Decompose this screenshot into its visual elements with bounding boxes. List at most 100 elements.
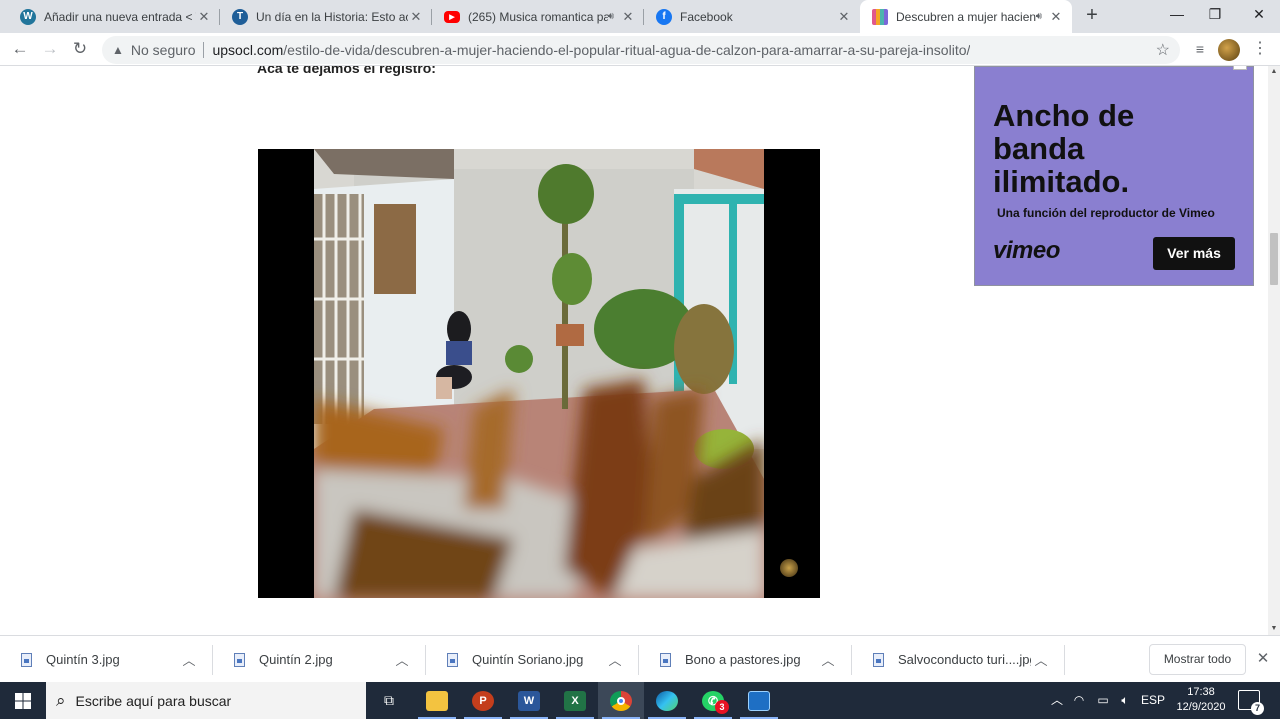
download-shelf: Quintín 3.jpg ︿ Quintín 2.jpg ︿ Quintín … — [0, 635, 1280, 682]
image-file-icon — [447, 652, 458, 667]
bookmark-star-icon[interactable]: ☆ — [1156, 40, 1170, 60]
download-filename: Quintín 2.jpg — [259, 652, 333, 667]
profile-avatar[interactable] — [1217, 38, 1241, 62]
close-icon[interactable]: ✕ — [620, 9, 636, 25]
video-player[interactable] — [258, 149, 820, 598]
download-item[interactable]: Quintín 2.jpg ︿ — [213, 636, 426, 683]
image-file-icon — [21, 652, 32, 667]
close-icon[interactable]: ✕ — [196, 9, 212, 25]
language-indicator[interactable]: ESP — [1138, 682, 1168, 719]
adchoices-icon[interactable] — [1233, 66, 1247, 70]
tab-wordpress[interactable]: W Añadir una nueva entrada < Ti ✕ — [8, 0, 220, 33]
page-content: Acá te dejamos el registro: Ancho de ban… — [0, 66, 1268, 635]
edge-icon[interactable] — [644, 682, 690, 719]
tab-title: Un día en la Historia: Esto acon — [256, 9, 408, 24]
whatsapp-icon[interactable]: ✆ 3 — [690, 682, 736, 719]
site-t-icon: T — [232, 8, 248, 25]
search-icon: ⌕ — [56, 690, 66, 710]
download-item[interactable]: Quintín Soriano.jpg ︿ — [426, 636, 639, 683]
close-icon[interactable]: ✕ — [1048, 9, 1064, 25]
photos-icon[interactable] — [736, 682, 782, 719]
search-placeholder: Escribe aquí para buscar — [75, 692, 232, 709]
battery-icon[interactable]: ▭ — [1092, 682, 1114, 719]
facebook-icon: f — [656, 8, 672, 25]
windows-taskbar: ⌕ Escribe aquí para buscar ⧉ P W X ✆ 3 ︿… — [0, 682, 1280, 719]
speaker-icon[interactable]: 🔊︎ — [608, 11, 614, 22]
tab-title: Añadir una nueva entrada < Ti — [44, 9, 196, 24]
restore-icon[interactable]: ❐ — [1192, 0, 1238, 30]
window-close-icon[interactable]: ✕ — [1236, 0, 1280, 30]
tab-historia[interactable]: T Un día en la Historia: Esto acon ✕ — [220, 0, 432, 33]
file-explorer-icon[interactable] — [414, 682, 460, 719]
vimeo-ad-banner[interactable]: Ancho de banda ilimitado. Una función de… — [974, 66, 1254, 286]
divider — [203, 42, 205, 58]
address-bar[interactable]: ▲ No seguro upsocl.com /estilo-de-vida/d… — [102, 36, 1180, 64]
windows-logo-icon — [15, 693, 31, 709]
menu-kebab-icon[interactable]: ⋮ — [1248, 38, 1272, 62]
close-icon[interactable]: ✕ — [408, 9, 424, 25]
video-still-image — [314, 149, 764, 598]
download-item[interactable]: Bono a pastores.jpg ︿ — [639, 636, 852, 683]
tab-facebook[interactable]: f Facebook ✕ — [644, 0, 860, 33]
chevron-up-icon[interactable]: ︿ — [179, 650, 199, 669]
tab-youtube[interactable]: ▶ (265) Musica romantica pa 🔊︎ ✕ — [432, 0, 644, 33]
tab-title: (265) Musica romantica pa — [468, 9, 608, 24]
download-filename: Quintín 3.jpg — [46, 652, 120, 667]
scroll-thumb[interactable] — [1270, 233, 1278, 285]
download-filename: Bono a pastores.jpg — [685, 652, 801, 667]
task-view-icon[interactable]: ⧉ — [366, 682, 412, 719]
ad-subline: Una función del reproductor de Vimeo — [997, 206, 1215, 220]
download-filename: Quintín Soriano.jpg — [472, 652, 584, 667]
back-arrow-icon[interactable]: ← — [8, 38, 32, 62]
scroll-down-icon[interactable]: ▼ — [1268, 623, 1280, 635]
vimeo-logo: vimeo — [993, 237, 1060, 264]
whatsapp-badge: 3 — [715, 700, 729, 714]
scroll-up-icon[interactable]: ▲ — [1268, 66, 1280, 78]
tab-title: Facebook — [680, 9, 733, 24]
forward-arrow-icon[interactable]: → — [38, 38, 62, 62]
article-caption: Acá te dejamos el registro: — [257, 66, 436, 76]
media-queue-icon[interactable]: ≡ — [1188, 38, 1212, 62]
tab-upsocl[interactable]: Descubren a mujer hacien 🔊︎ ✕ — [860, 0, 1072, 33]
chevron-up-icon[interactable]: ︿ — [818, 650, 838, 669]
channel-logo-icon — [780, 559, 798, 577]
wordpress-icon: W — [20, 8, 36, 25]
wifi-icon[interactable]: ◠ — [1068, 682, 1090, 719]
clock-time: 17:38 — [1187, 686, 1215, 698]
close-icon[interactable]: ✕ — [836, 9, 852, 25]
close-icon[interactable]: ✕ — [1253, 649, 1273, 669]
word-icon[interactable]: W — [506, 682, 552, 719]
image-file-icon — [873, 652, 884, 667]
youtube-icon: ▶ — [444, 10, 460, 23]
ad-headline: Ancho de banda ilimitado. — [993, 98, 1135, 199]
chevron-up-icon[interactable]: ︿ — [392, 650, 412, 669]
clock-date: 12/9/2020 — [1176, 701, 1226, 713]
volume-icon[interactable]: 🔈︎ — [1114, 682, 1136, 719]
download-item[interactable]: Salvoconducto turi....jpg ︿ — [852, 636, 1065, 683]
chevron-up-icon[interactable]: ︿ — [1031, 650, 1051, 669]
ad-cta-button[interactable]: Ver más — [1153, 237, 1235, 270]
tab-strip: W Añadir una nueva entrada < Ti ✕ T Un d… — [0, 0, 1280, 33]
url-domain: upsocl.com — [212, 42, 284, 58]
notifications-icon[interactable]: 7 — [1238, 690, 1264, 715]
chrome-icon[interactable] — [598, 682, 644, 719]
image-file-icon — [234, 652, 245, 667]
new-tab-button[interactable]: + — [1080, 4, 1104, 28]
show-all-downloads-button[interactable]: Mostrar todo — [1149, 644, 1246, 675]
url-path: /estilo-de-vida/descubren-a-mujer-hacien… — [283, 42, 971, 58]
powerpoint-icon[interactable]: P — [460, 682, 506, 719]
video-frame — [314, 149, 764, 598]
taskbar-search[interactable]: ⌕ Escribe aquí para buscar — [46, 682, 366, 719]
chevron-up-icon[interactable]: ︿ — [605, 650, 625, 669]
clock[interactable]: 17:38 12/9/2020 — [1170, 685, 1232, 715]
download-item[interactable]: Quintín 3.jpg ︿ — [0, 636, 213, 683]
upsocl-icon — [872, 8, 888, 25]
speaker-icon[interactable]: 🔊︎ — [1036, 11, 1042, 22]
page-scrollbar[interactable]: ▲ ▼ — [1268, 66, 1280, 635]
chevron-up-icon[interactable]: ︿ — [1046, 682, 1068, 719]
excel-icon[interactable]: X — [552, 682, 598, 719]
download-filename: Salvoconducto turi....jpg — [898, 652, 1031, 667]
reload-icon[interactable]: ↻ — [68, 38, 92, 62]
image-file-icon — [660, 652, 671, 667]
start-button[interactable] — [0, 682, 46, 719]
